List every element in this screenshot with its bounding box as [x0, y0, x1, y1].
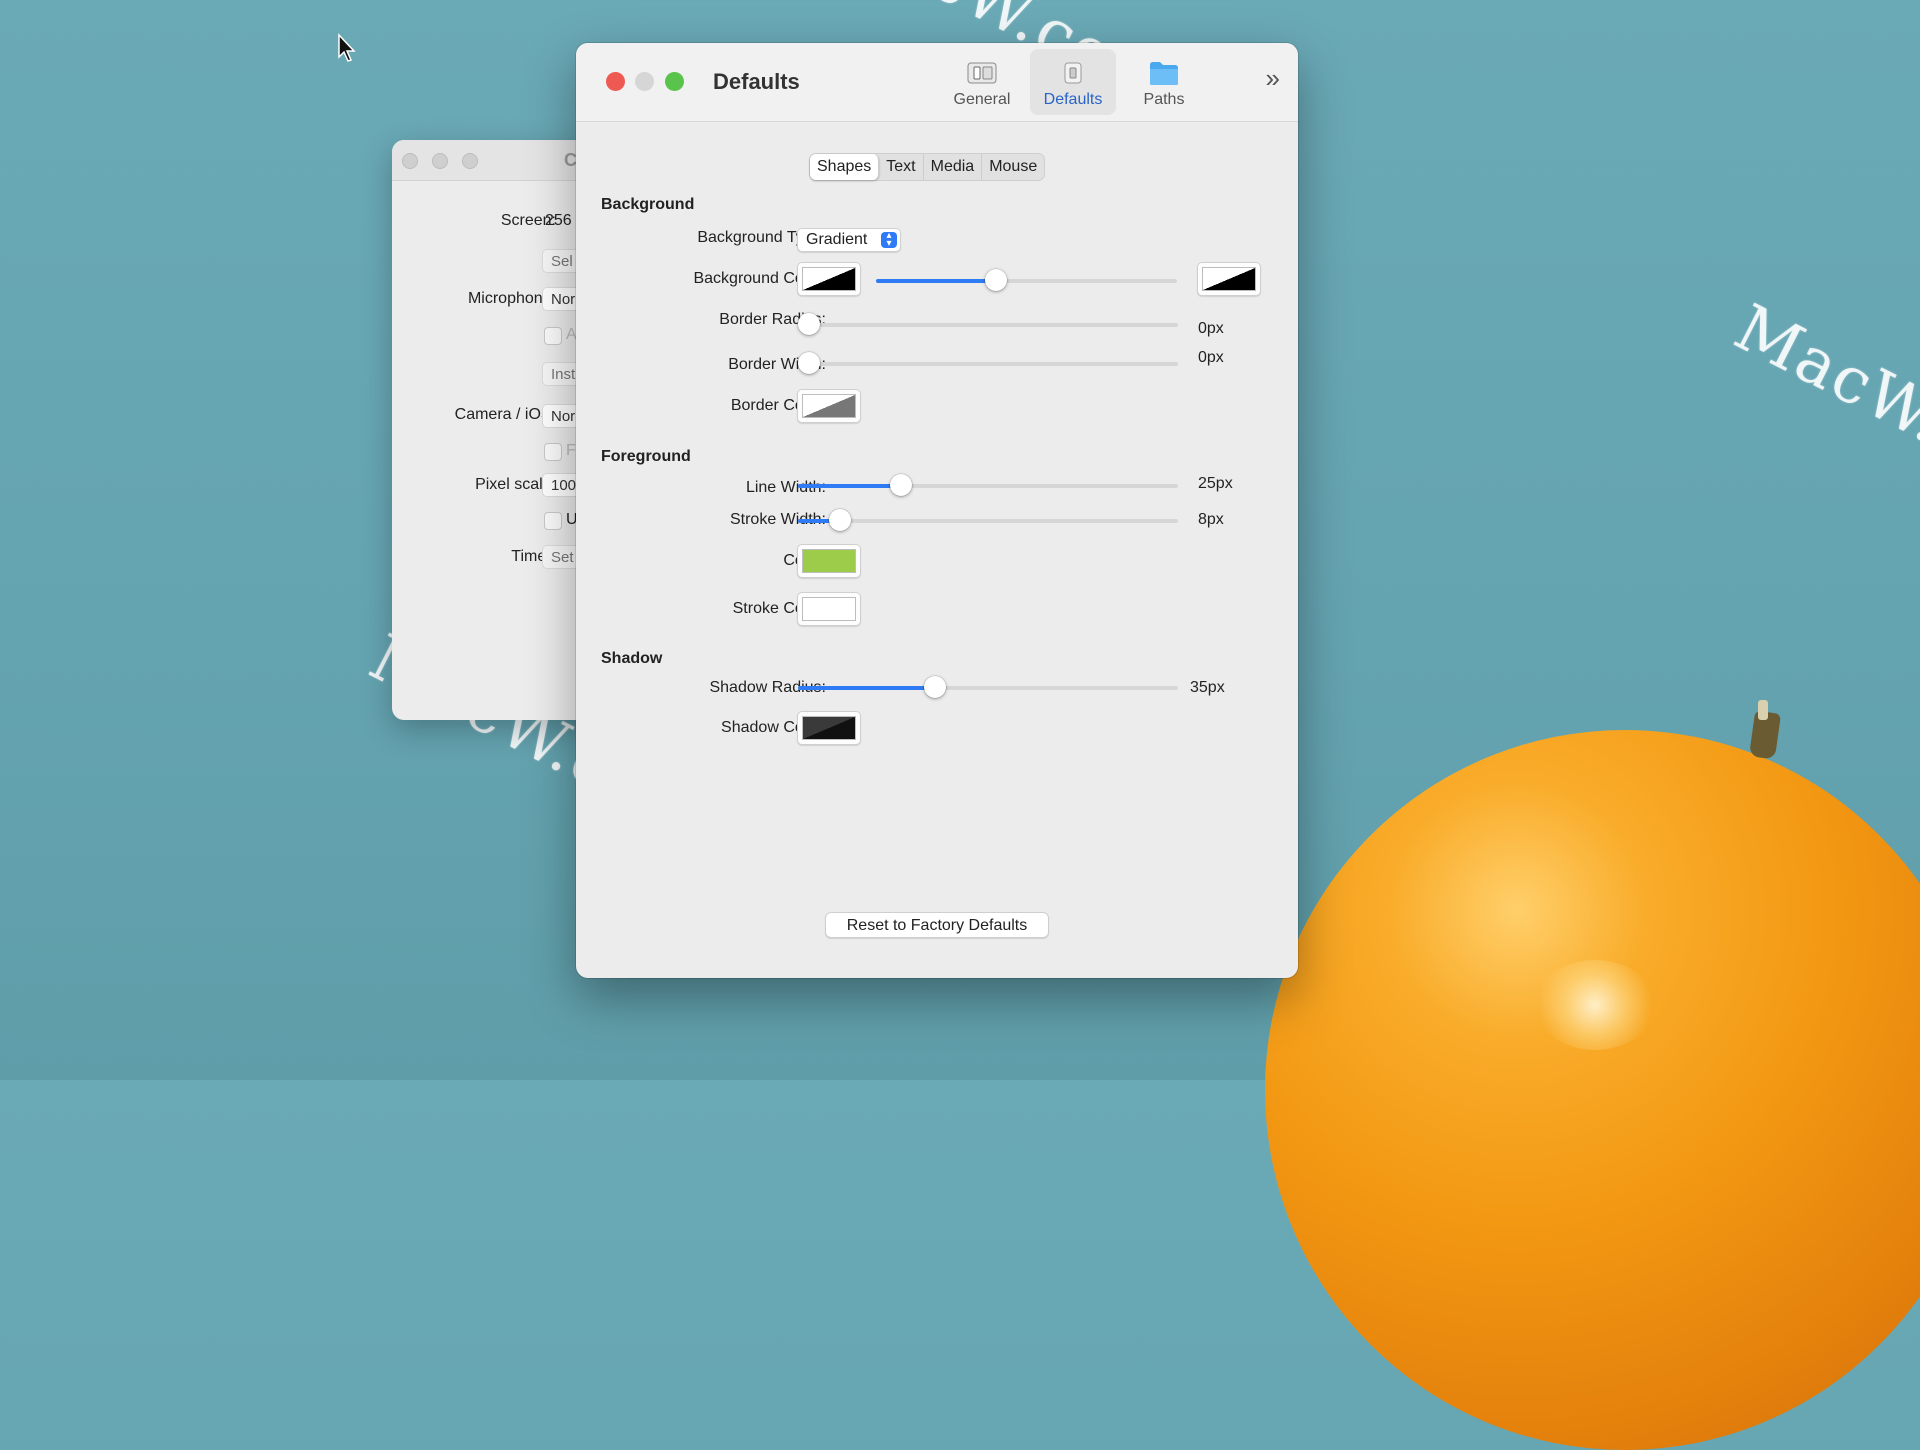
toolbar-overflow-icon[interactable]: »: [1266, 63, 1280, 94]
slider-knob[interactable]: [798, 352, 820, 374]
toolbar-general-label: General: [953, 91, 1011, 108]
folder-icon: [1150, 62, 1178, 85]
line-width-label: Line Width:: [745, 479, 826, 496]
defaults-window[interactable]: Defaults General Defaults Paths » Shapes…: [576, 43, 1298, 978]
camera-label: Camera / iOS:: [454, 406, 556, 423]
border-color-label: Border Color:: [730, 397, 826, 414]
stroke-width-slider[interactable]: [798, 509, 1178, 531]
stroke-color-well[interactable]: [797, 592, 861, 626]
close-button[interactable]: [606, 72, 625, 91]
stroke-color-label: Stroke Color:: [732, 600, 826, 617]
shadow-color-label: Shadow Color:: [721, 719, 826, 736]
general-icon: [967, 62, 997, 84]
tab-shapes[interactable]: Shapes: [810, 154, 880, 180]
background-type-value: Gradient: [806, 231, 868, 248]
chevron-updown-icon: ▴ ▾: [881, 231, 897, 249]
background-color-end-well[interactable]: [1197, 262, 1261, 296]
close-button[interactable]: [402, 153, 418, 169]
defaults-icon: [1064, 62, 1082, 84]
slider-knob[interactable]: [889, 474, 912, 496]
background-heading: Background: [601, 196, 695, 213]
shadow-radius-slider[interactable]: [798, 676, 1178, 698]
tab-media[interactable]: Media: [924, 154, 983, 180]
screen-value: 256: [545, 212, 572, 229]
camera-checkbox[interactable]: [544, 443, 562, 461]
stroke-width-value: 8px: [1198, 511, 1224, 528]
window-title: Defaults: [713, 69, 800, 94]
tab-segmented-control[interactable]: Shapes Text Media Mouse: [809, 153, 1046, 181]
slider-knob[interactable]: [923, 676, 946, 698]
zoom-button[interactable]: [665, 72, 684, 91]
toolbar-paths-button[interactable]: Paths: [1121, 49, 1207, 115]
toolbar-defaults-label: Defaults: [1043, 91, 1103, 108]
foreground-heading: Foreground: [601, 448, 691, 465]
minimize-button[interactable]: [432, 153, 448, 169]
microphone-checkbox[interactable]: [544, 327, 562, 345]
foreground-color-well[interactable]: [797, 544, 861, 578]
shadow-heading: Shadow: [601, 650, 663, 667]
slider-knob[interactable]: [828, 509, 851, 531]
tab-mouse[interactable]: Mouse: [982, 154, 1044, 180]
background-color-label: Background Color:: [693, 270, 826, 287]
border-radius-slider[interactable]: [798, 313, 1178, 335]
background-color-start-well[interactable]: [797, 262, 861, 296]
border-radius-label: Border Radius:: [719, 311, 826, 328]
slider-knob[interactable]: [798, 313, 820, 335]
border-radius-value: 0px: [1198, 320, 1224, 337]
zoom-button[interactable]: [462, 153, 478, 169]
pixel-checkbox[interactable]: [544, 512, 562, 530]
shadow-radius-value: 35px: [1190, 679, 1225, 696]
background-type-label: Background Type:: [697, 229, 826, 246]
back-window-titlebar[interactable]: C: [392, 140, 602, 181]
border-color-well[interactable]: [797, 389, 861, 423]
background-window[interactable]: C Screen: 256 Sel Microphone: Nor A Inst…: [392, 140, 602, 720]
line-width-slider[interactable]: [798, 474, 1178, 496]
shadow-radius-label: Shadow Radius:: [709, 679, 826, 696]
camera-option-label: F: [566, 442, 576, 459]
line-width-value: 25px: [1198, 475, 1233, 492]
watermark: MacW.com: [1723, 291, 1920, 523]
shadow-color-well[interactable]: [797, 711, 861, 745]
reset-factory-defaults-button[interactable]: Reset to Factory Defaults: [825, 912, 1049, 938]
background-type-popup[interactable]: Gradient ▴ ▾: [797, 228, 901, 252]
toolbar-defaults-button[interactable]: Defaults: [1030, 49, 1116, 115]
border-width-label: Border Width:: [728, 356, 826, 373]
border-width-value: 0px: [1198, 349, 1224, 366]
orange-photo: [1265, 730, 1920, 1450]
slider-knob[interactable]: [985, 269, 1008, 291]
minimize-button[interactable]: [635, 72, 654, 91]
border-width-slider[interactable]: [798, 352, 1178, 374]
toolbar-paths-label: Paths: [1143, 91, 1185, 108]
foreground-color-label: Color:: [576, 552, 826, 570]
background-gradient-slider[interactable]: [876, 269, 1177, 291]
tab-text[interactable]: Text: [879, 154, 924, 180]
stroke-width-label: Stroke Width:: [729, 511, 826, 528]
window-toolbar[interactable]: Defaults General Defaults Paths »: [576, 43, 1298, 122]
orange-stem-tip: [1758, 700, 1768, 720]
toolbar-general-button[interactable]: General: [939, 49, 1025, 115]
mouse-cursor-icon: [338, 33, 356, 62]
